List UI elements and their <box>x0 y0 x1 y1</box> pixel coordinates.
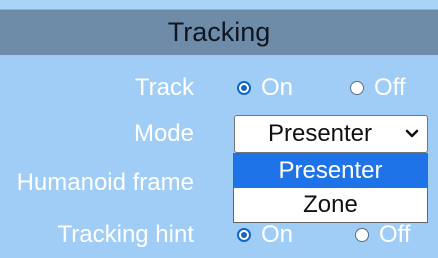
section-title: Tracking <box>167 17 271 47</box>
mode-row: Mode Presenter <box>0 111 438 157</box>
track-off-label: Off <box>374 74 406 101</box>
dropdown-option-zone[interactable]: Zone <box>234 188 427 222</box>
hint-off-label: Off <box>379 221 411 248</box>
mode-dropdown-list: Presenter Zone <box>233 153 428 223</box>
tracking-hint-label: Tracking hint <box>57 221 195 248</box>
mode-select[interactable]: Presenter <box>234 115 428 153</box>
track-on-radio-icon[interactable] <box>237 81 251 95</box>
track-on-option[interactable]: On <box>237 65 293 111</box>
track-row: Track On Off <box>0 65 438 111</box>
section-header: Tracking <box>0 9 438 55</box>
track-off-radio-icon[interactable] <box>350 81 364 95</box>
top-strip <box>0 0 438 9</box>
track-off-option[interactable]: Off <box>350 65 406 111</box>
mode-label: Mode <box>133 120 194 147</box>
mode-select-value: Presenter <box>267 120 373 147</box>
chevron-down-icon <box>397 129 427 139</box>
track-label: Track <box>134 74 194 101</box>
hint-on-label: On <box>261 221 294 248</box>
track-on-label: On <box>261 74 294 101</box>
dropdown-option-presenter[interactable]: Presenter <box>234 154 427 188</box>
hint-off-radio-icon[interactable] <box>355 228 369 242</box>
humanoid-frame-label: Humanoid frame <box>16 169 194 196</box>
hint-on-radio-icon[interactable] <box>237 228 251 242</box>
